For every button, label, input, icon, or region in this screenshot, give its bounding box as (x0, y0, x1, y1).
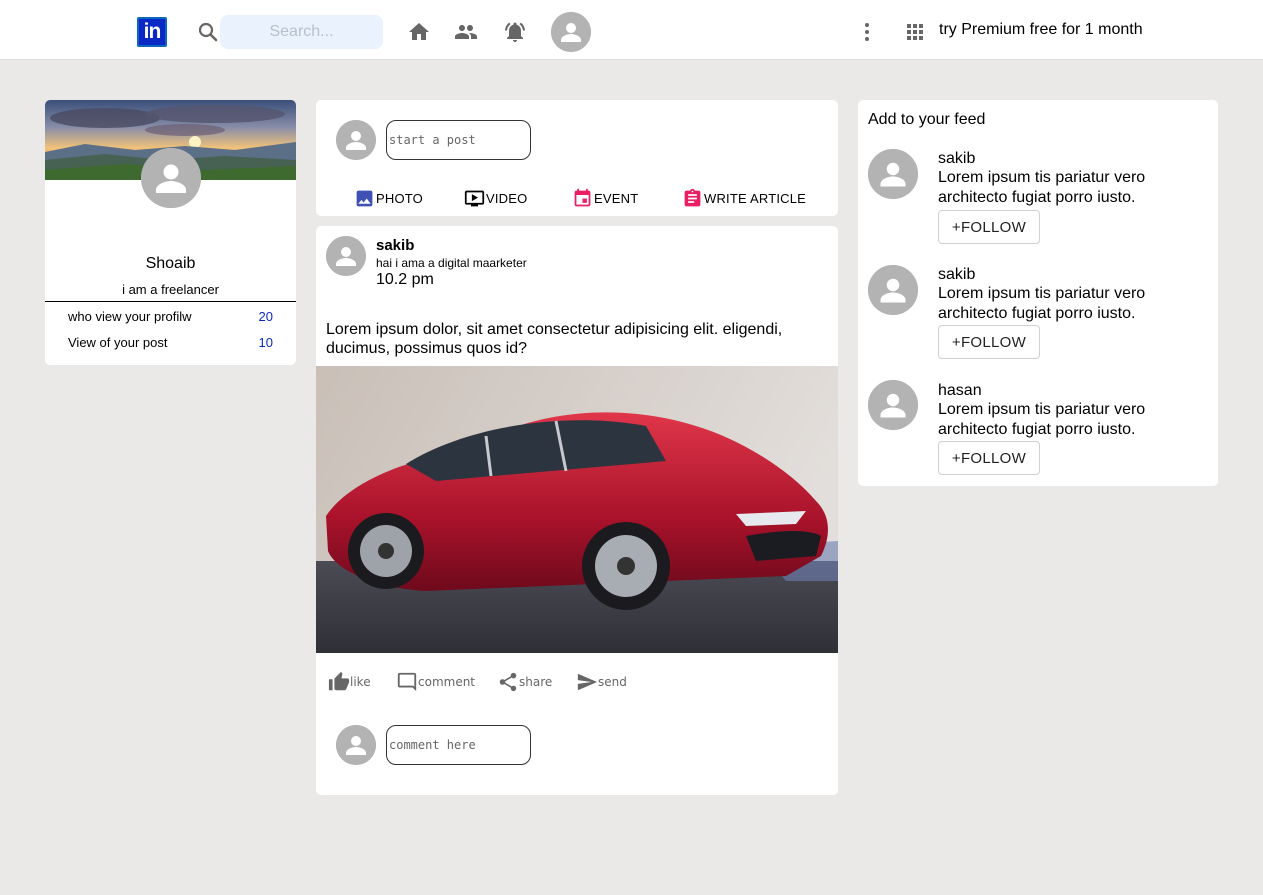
video-button[interactable]: VIDEO (464, 187, 527, 209)
video-icon (464, 190, 485, 206)
stat-value-post-views: 10 (258, 335, 273, 350)
send-button[interactable]: send (576, 670, 627, 694)
suggestion-avatar[interactable] (868, 149, 918, 199)
comment-icon (397, 672, 417, 692)
feed-post: sakib hai i ama a digital maarketer 10.2… (316, 226, 838, 795)
post-composer: PHOTO VIDEO EVENT WRITE ARTICLE (316, 100, 838, 216)
comment-label: comment (418, 675, 476, 689)
like-button[interactable]: like (328, 670, 371, 694)
suggestion-name[interactable]: hasan (938, 382, 982, 400)
search-input[interactable] (220, 15, 383, 49)
suggestion-avatar[interactable] (868, 380, 918, 430)
post-author-headline: hai i ama a digital maarketer (376, 256, 527, 270)
post-author-avatar[interactable] (326, 236, 366, 276)
top-navbar: in try Premium free for 1 month (0, 0, 1263, 60)
write-article-label: WRITE ARTICLE (704, 190, 807, 206)
send-icon (577, 673, 598, 691)
post-image-car[interactable] (316, 366, 838, 653)
home-icon[interactable] (407, 20, 431, 44)
event-button[interactable]: EVENT (572, 187, 638, 209)
comment-avatar (336, 725, 376, 765)
suggestion-name[interactable]: sakib (938, 150, 975, 168)
notifications-icon[interactable] (503, 20, 527, 44)
photo-label: PHOTO (376, 190, 423, 206)
divider (45, 301, 296, 302)
logo-text: in (139, 19, 165, 45)
write-article-button[interactable]: WRITE ARTICLE (682, 187, 806, 209)
stat-label-profile-views[interactable]: who view your profilw (68, 309, 192, 324)
comment-button[interactable]: comment (396, 670, 475, 694)
send-label: send (598, 675, 627, 689)
follow-button[interactable]: +FOLLOW (938, 441, 1040, 475)
comment-input[interactable] (386, 725, 531, 765)
linkedin-logo[interactable]: in (137, 17, 167, 47)
apps-grid-icon[interactable] (903, 20, 927, 44)
post-timestamp: 10.2 pm (376, 271, 434, 288)
people-icon[interactable] (454, 20, 478, 44)
suggestion-name[interactable]: sakib (938, 266, 975, 284)
more-vert-icon[interactable] (855, 20, 879, 44)
follow-button[interactable]: +FOLLOW (938, 325, 1040, 359)
follow-button[interactable]: +FOLLOW (938, 210, 1040, 244)
stat-label-post-views[interactable]: View of your post (68, 335, 167, 350)
like-label: like (350, 675, 371, 689)
suggestion-description: Lorem ipsum tis pariatur vero architecto… (938, 401, 1146, 438)
suggestion-description: Lorem ipsum tis pariatur vero architecto… (938, 169, 1146, 206)
video-label: VIDEO (486, 190, 528, 206)
premium-link[interactable]: try Premium free for 1 month (939, 21, 1143, 39)
share-button[interactable]: share (497, 670, 552, 694)
share-icon (499, 672, 517, 692)
post-text: Lorem ipsum dolor, sit amet consectetur … (326, 321, 783, 357)
profile-headline: i am a freelancer (122, 282, 219, 297)
suggestion-avatar[interactable] (868, 265, 918, 315)
composer-avatar (336, 120, 376, 160)
photo-icon (356, 190, 373, 206)
share-label: share (519, 675, 553, 689)
article-icon (684, 188, 701, 206)
thumb-up-icon (328, 671, 350, 691)
suggestion-description: Lorem ipsum tis pariatur vero architecto… (938, 285, 1146, 322)
feed-title: Add to your feed (868, 111, 986, 128)
start-post-input[interactable] (386, 120, 531, 160)
profile-name[interactable]: Shoaib (45, 255, 296, 273)
photo-button[interactable]: PHOTO (354, 187, 423, 209)
stat-value-profile-views: 20 (258, 309, 273, 324)
event-label: EVENT (594, 190, 639, 206)
profile-card: Shoaib i am a freelancer who view your p… (45, 100, 296, 365)
add-to-feed-card: Add to your feed sakib Lorem ipsum tis p… (858, 100, 1218, 486)
profile-avatar[interactable] (141, 148, 201, 208)
search-icon[interactable] (196, 20, 220, 44)
avatar[interactable] (551, 12, 591, 52)
post-author-name[interactable]: sakib (376, 237, 414, 254)
event-icon (574, 188, 591, 206)
